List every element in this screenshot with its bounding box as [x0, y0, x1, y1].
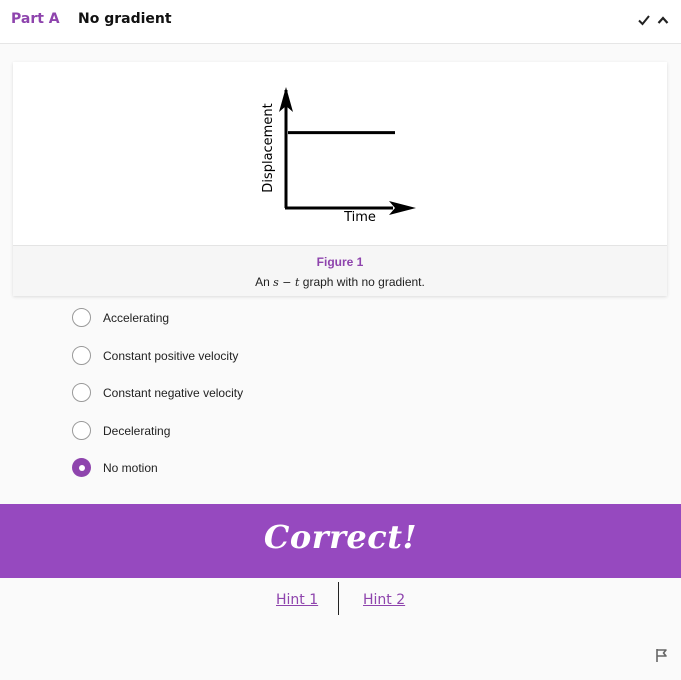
- option-constant-positive-velocity[interactable]: Constant positive velocity: [72, 346, 472, 366]
- hint-divider: [338, 582, 339, 615]
- hint-2-link[interactable]: Hint 2: [363, 592, 405, 608]
- figure-caption: Figure 1 An s − t graph with no gradient…: [13, 245, 667, 296]
- figure-caption-text: An s − t graph with no gradient.: [13, 275, 667, 289]
- option-label: Constant positive velocity: [103, 349, 239, 363]
- figure-label: Figure 1: [316, 255, 364, 269]
- radio-button-selected[interactable]: [72, 458, 91, 477]
- x-axis-label: Time: [343, 210, 376, 225]
- flag-icon[interactable]: [655, 648, 669, 663]
- feedback-text: Correct!: [263, 518, 418, 556]
- figure-card: Displacement Time Figure 1 An s − t grap…: [13, 62, 667, 296]
- part-title: No gradient: [78, 11, 172, 27]
- figure-graph: Displacement Time: [261, 87, 416, 225]
- caption-suffix: graph with no gradient.: [299, 275, 425, 289]
- chevron-up-icon[interactable]: [656, 13, 670, 27]
- part-header: Part A No gradient: [0, 0, 681, 44]
- option-label: Constant negative velocity: [103, 386, 244, 400]
- hints-bar: Hint 1 Hint 2: [0, 582, 681, 616]
- y-axis-label: Displacement: [261, 103, 276, 192]
- option-label: Accelerating: [103, 311, 170, 325]
- x-axis-arrow: [389, 201, 416, 215]
- option-label: No motion: [103, 461, 158, 475]
- caption-math: s − t: [273, 276, 300, 289]
- caption-prefix: An: [255, 275, 274, 289]
- radio-button[interactable]: [72, 346, 91, 365]
- check-icon: [638, 15, 650, 26]
- radio-button[interactable]: [72, 308, 91, 327]
- option-accelerating[interactable]: Accelerating: [72, 308, 472, 328]
- option-no-motion[interactable]: No motion: [72, 458, 472, 478]
- option-label: Decelerating: [103, 424, 171, 438]
- hint-1-link[interactable]: Hint 1: [276, 592, 318, 608]
- radio-button[interactable]: [72, 383, 91, 402]
- part-label: Part A: [11, 11, 60, 27]
- feedback-banner: Correct!: [0, 504, 681, 578]
- radio-button[interactable]: [72, 421, 91, 440]
- option-decelerating[interactable]: Decelerating: [72, 421, 472, 441]
- option-constant-negative-velocity[interactable]: Constant negative velocity: [72, 383, 472, 403]
